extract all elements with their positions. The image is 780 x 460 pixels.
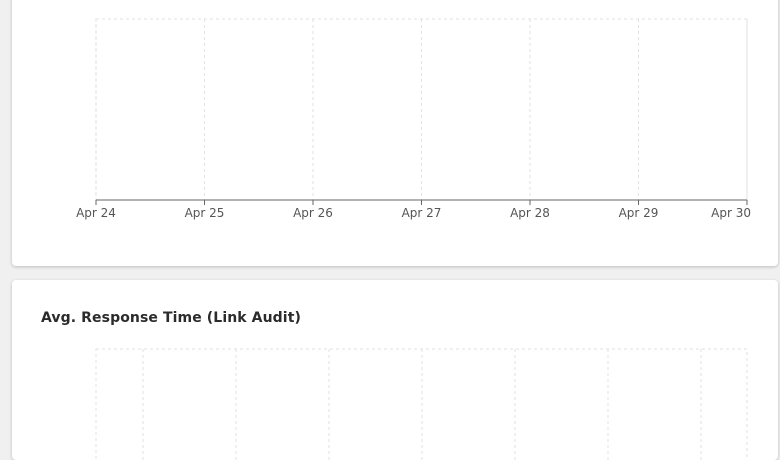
x-tick-label: Apr 25	[185, 206, 225, 220]
x-tick-label: Apr 29	[619, 206, 659, 220]
x-tick-label: Apr 27	[402, 206, 442, 220]
x-tick-label: Apr 26	[293, 206, 333, 220]
x-tick-label: Apr 28	[510, 206, 550, 220]
chart-card-response-time: Avg. Response Time (Link Audit)	[12, 280, 778, 460]
chart-card-top: Apr 24 Apr 25 Apr 26 Apr 27 Apr 28 Apr 29 Apr …	[12, 0, 778, 266]
chart-top: Apr 24 Apr 25 Apr 26 Apr 27 Apr 28 Apr 29 Apr …	[76, 18, 751, 220]
chart-response-time	[95, 348, 748, 460]
x-tick-label: Apr 24	[76, 206, 116, 220]
x-tick-label: Apr 30	[711, 206, 751, 220]
